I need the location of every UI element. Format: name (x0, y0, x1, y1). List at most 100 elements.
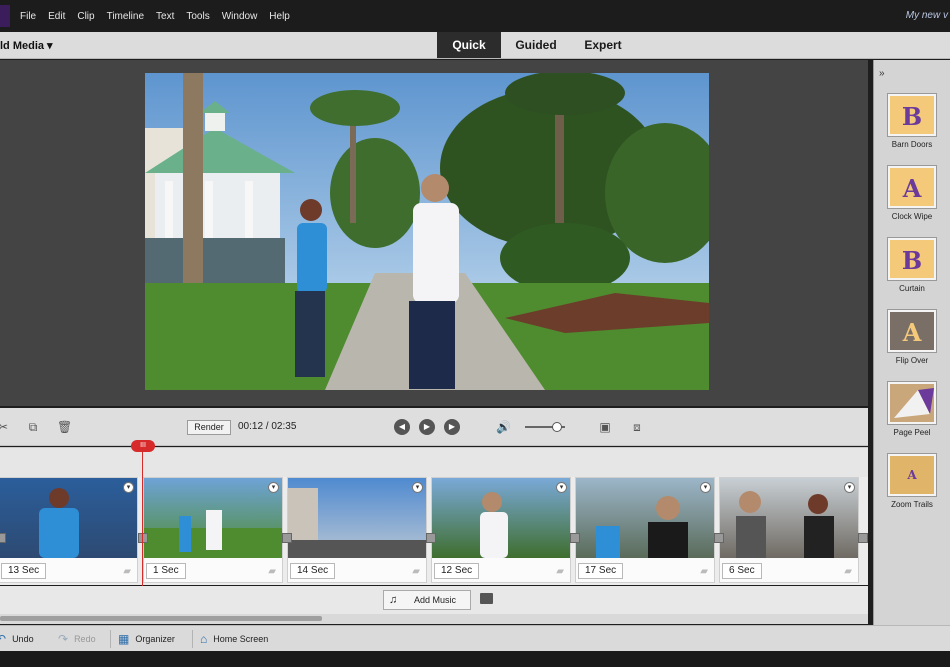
camera-icon: ▰ (123, 566, 131, 577)
organizer-button[interactable]: ▦ Organizer (118, 632, 175, 646)
app-icon (0, 5, 10, 27)
clip-menu-icon[interactable]: ▾ (844, 482, 855, 493)
transition-label: Barn Doors (891, 140, 933, 149)
scrollbar-thumb[interactable] (0, 616, 322, 621)
separator (110, 630, 111, 648)
transition-flip-over[interactable]: A Flip Over (886, 310, 938, 365)
trim-handle[interactable] (0, 533, 6, 543)
tab-guided[interactable]: Guided (505, 32, 567, 58)
trim-handle[interactable] (570, 533, 580, 543)
transition-label: Clock Wipe (891, 212, 933, 221)
trim-handle[interactable] (282, 533, 292, 543)
clip[interactable]: ▾ 6 Sec ▰ (719, 477, 859, 583)
video-frame[interactable] (145, 73, 709, 390)
trim-handle[interactable] (714, 533, 724, 543)
transitions-panel: » B Barn Doors A Clock Wipe B Curtain A … (873, 60, 950, 625)
trim-handle[interactable] (858, 533, 868, 543)
add-music-label: Add Music (414, 595, 457, 605)
preview-monitor (0, 60, 868, 406)
home-icon: ⌂ (200, 632, 208, 646)
music-note-icon: ♫ (389, 594, 398, 606)
clock-wipe-thumb: A (888, 166, 936, 208)
timecode: 00:12 / 02:35 (238, 421, 297, 432)
clip-menu-icon[interactable]: ▾ (700, 482, 711, 493)
clip[interactable]: ▾ 17 Sec ▰ (575, 477, 715, 583)
transition-label: Flip Over (895, 356, 929, 365)
menu-text[interactable]: Text (156, 11, 174, 22)
clip-menu-icon[interactable]: ▾ (556, 482, 567, 493)
clip-duration: 1 Sec (146, 563, 186, 579)
transition-barn-doors[interactable]: B Barn Doors (886, 94, 938, 149)
transition-label: Zoom Trails (891, 500, 933, 509)
transition-page-peel[interactable]: Page Peel (886, 382, 938, 437)
clip-duration: 14 Sec (290, 563, 336, 579)
transport-bar: ✂ ⧉ 🗑 Render 00:12 / 02:35 ◀ ▶ ▶ 🔊 ▣ ⧈ (0, 408, 868, 446)
menu-bar: File Edit Clip Timeline Text Tools Windo… (0, 0, 950, 32)
play-button[interactable]: ▶ (419, 419, 435, 435)
home-screen-button[interactable]: ⌂ Home Screen (200, 632, 268, 646)
tab-expert[interactable]: Expert (571, 32, 635, 58)
add-media-button[interactable]: ld Media ▾ (0, 39, 53, 52)
render-button[interactable]: Render (187, 420, 231, 435)
clip-thumbnail (720, 478, 858, 558)
undo-icon: ↶ (0, 632, 7, 646)
page-peel-thumb (888, 382, 936, 424)
add-music-button[interactable]: ♫ Add Music (383, 590, 471, 610)
mode-bar: ld Media ▾ Quick Guided Expert (0, 32, 950, 59)
camera-icon: ▰ (556, 566, 564, 577)
clip[interactable]: ▾ 1 Sec ▰ (143, 477, 283, 583)
video-track: ▾ 13 Sec ▰ ▾ 1 Sec ▰ ▾ 14 Sec ▰ ▾ 12 Sec… (0, 477, 868, 585)
undo-button[interactable]: ↶ Undo (0, 632, 34, 646)
timeline-scrollbar[interactable] (0, 614, 868, 624)
transition-zoom-trails[interactable]: A Zoom Trails (886, 454, 938, 509)
menu-file[interactable]: File (20, 11, 36, 22)
volume-slider-knob[interactable] (552, 422, 562, 432)
trash-icon[interactable]: 🗑 (57, 420, 72, 434)
menu-help[interactable]: Help (269, 11, 290, 22)
menu-window[interactable]: Window (222, 11, 258, 22)
menu-tools[interactable]: Tools (186, 11, 209, 22)
menu-edit[interactable]: Edit (48, 11, 65, 22)
camera-icon: ▰ (268, 566, 276, 577)
menu-clip[interactable]: Clip (77, 11, 94, 22)
clip-thumbnail (288, 478, 426, 558)
scissors-icon[interactable]: ✂ (0, 420, 10, 434)
window-edge (0, 651, 950, 667)
clip-image (596, 496, 688, 558)
clip[interactable]: ▾ 12 Sec ▰ (431, 477, 571, 583)
music-track: ♫ Add Music (0, 586, 868, 614)
tab-quick[interactable]: Quick (437, 32, 501, 58)
volume-icon[interactable]: 🔊 (496, 420, 511, 434)
clip-image (144, 510, 282, 558)
panel-collapse-icon[interactable]: » (879, 68, 885, 79)
step-forward-button[interactable]: ▶ (444, 419, 460, 435)
clip-thumbnail (432, 478, 570, 558)
transition-clock-wipe[interactable]: A Clock Wipe (886, 166, 938, 221)
clip-duration: 12 Sec (434, 563, 480, 579)
camera-icon: ▰ (844, 566, 852, 577)
trim-handle[interactable] (138, 533, 148, 543)
clip-image (39, 488, 79, 558)
clip-menu-icon[interactable]: ▾ (268, 482, 279, 493)
redo-button[interactable]: ↷ Redo (58, 632, 96, 646)
clip[interactable]: ▾ 13 Sec ▰ (0, 477, 138, 583)
clip-image (736, 491, 834, 558)
menu-timeline[interactable]: Timeline (107, 11, 144, 22)
trim-handle[interactable] (426, 533, 436, 543)
fullscreen-icon[interactable]: ▣ (598, 420, 612, 434)
camera-icon: ▰ (700, 566, 708, 577)
timeline-ruler[interactable] (0, 447, 868, 477)
clip-thumbnail (576, 478, 714, 558)
folder-icon[interactable] (480, 593, 493, 604)
playhead-handle[interactable]: III (131, 440, 155, 452)
transition-label: Page Peel (893, 428, 931, 437)
page-peel-icon (894, 388, 934, 418)
step-back-button[interactable]: ◀ (394, 419, 410, 435)
rotate-icon[interactable]: ⧉ (26, 420, 40, 434)
clip-menu-icon[interactable]: ▾ (412, 482, 423, 493)
clip-duration: 13 Sec (1, 563, 47, 579)
clip-menu-icon[interactable]: ▾ (123, 482, 134, 493)
monitor-icon[interactable]: ⧈ (630, 420, 644, 434)
clip[interactable]: ▾ 14 Sec ▰ (287, 477, 427, 583)
transition-curtain[interactable]: B Curtain (886, 238, 938, 293)
